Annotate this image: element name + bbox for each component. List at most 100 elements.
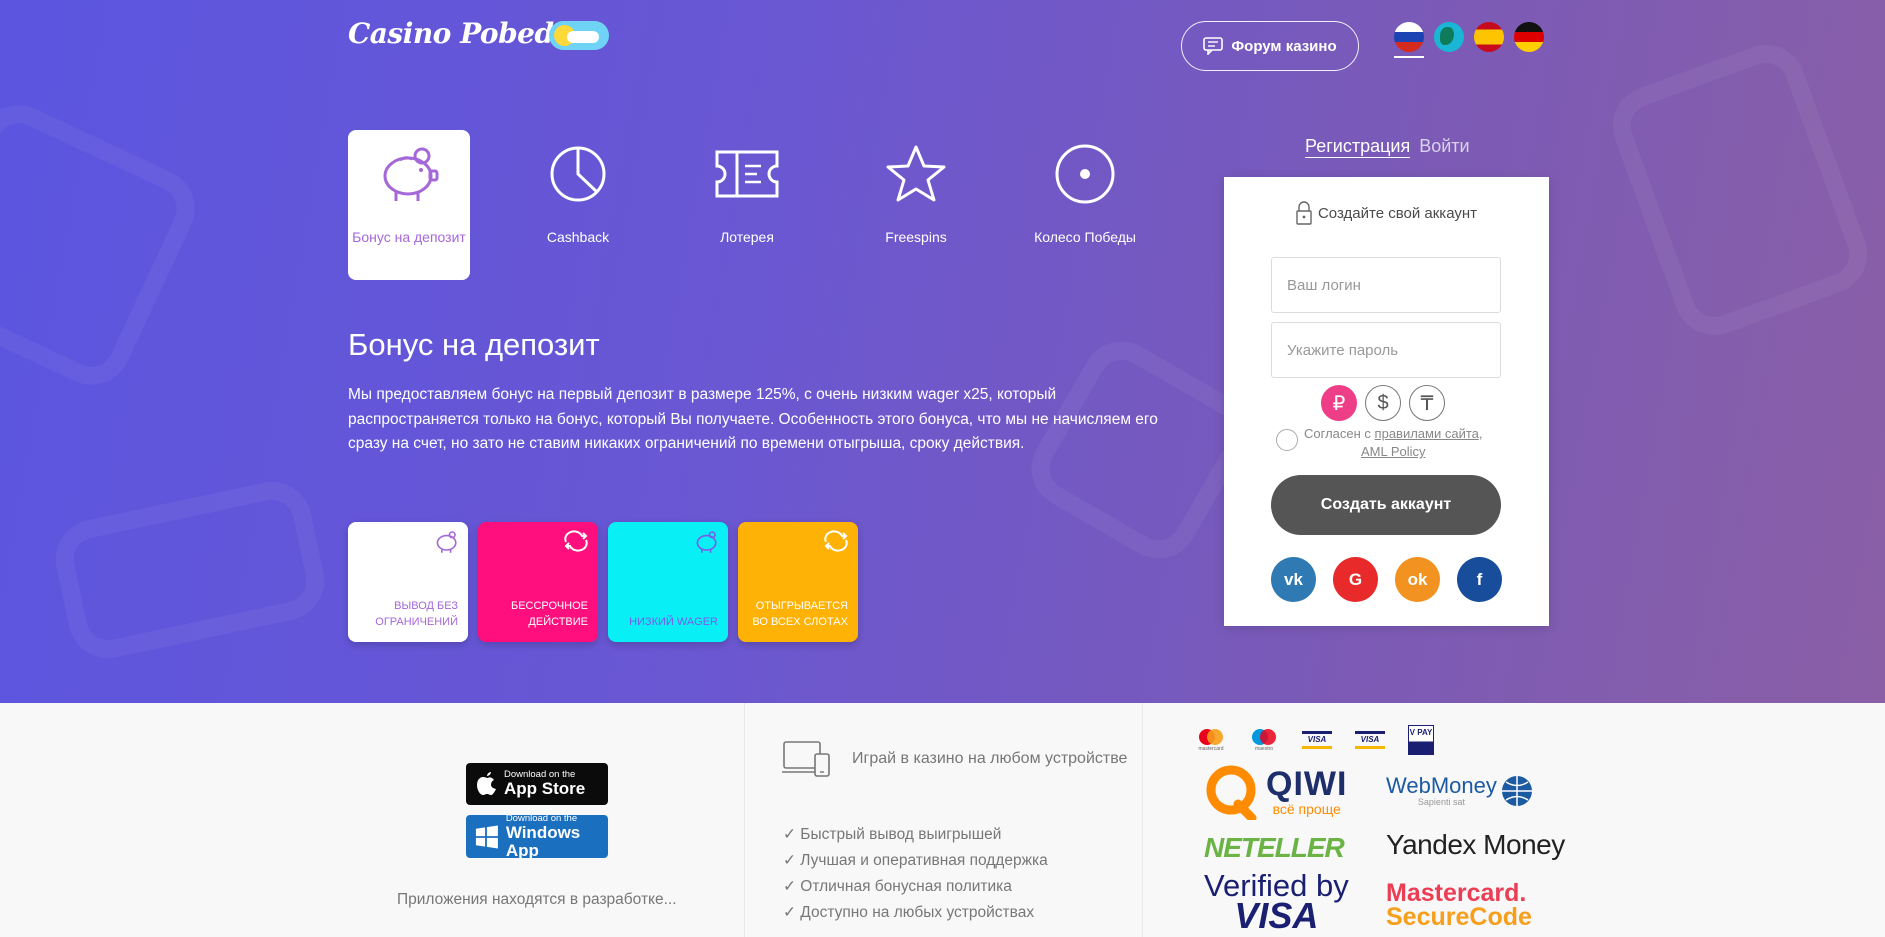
dollar-icon[interactable]: $ [1365, 385, 1401, 421]
background-decoration [48, 474, 332, 666]
globe-icon[interactable] [1434, 22, 1464, 52]
casino-logo[interactable]: Casino Pobeda [348, 17, 572, 50]
password-input[interactable] [1271, 322, 1501, 378]
tab-label: Бонус на депозит [352, 229, 466, 245]
maestro-icon: maestro [1249, 728, 1279, 752]
list-item: ✓ Отличная бонусная политика [783, 878, 1012, 895]
chat-icon [1203, 37, 1224, 55]
piggy-bank-icon [696, 531, 717, 553]
lock-icon [1296, 201, 1312, 225]
apple-icon [477, 772, 496, 795]
flag-es-icon[interactable] [1474, 22, 1504, 52]
ruble-icon[interactable]: ₽ [1321, 385, 1357, 421]
tab-label: Cashback [546, 229, 610, 245]
piggy-bank-icon [383, 147, 439, 201]
tab-cashback[interactable]: Cashback [517, 130, 639, 280]
wheel-icon [1055, 144, 1115, 204]
tab-wheel[interactable]: Колесо Победы [1024, 130, 1146, 280]
background-decoration [0, 92, 208, 398]
ticket-icon [715, 150, 779, 198]
tab-label: Колесо Победы [1034, 229, 1136, 245]
list-item: ✓ Доступно на любых устройствах [783, 904, 1035, 921]
feature-cards: Вывод без ограничений Бессрочное действие … [348, 522, 858, 642]
theme-toggle[interactable] [549, 21, 609, 50]
qiwi-logo: QIWI всё проще [1204, 764, 1347, 820]
panel-title: Создайте свой аккаунт [1317, 204, 1478, 222]
hero-section: Casino Pobeda Форум казино Бонус на депо… [0, 0, 1885, 703]
visa-icon: VISA [1302, 731, 1332, 749]
feature-card-label: Низкий wager [629, 616, 718, 628]
auth-tabs: Регистрация Войти [1305, 136, 1470, 158]
webmoney-logo: WebMoney Sapienti sat [1386, 775, 1533, 807]
social-login: vk G ok f [1271, 557, 1502, 602]
currency-selector: ₽ $ ₸ [1321, 385, 1445, 421]
aml-policy-link[interactable]: AML Policy [1361, 444, 1426, 459]
tab-login[interactable]: Войти [1419, 136, 1469, 158]
vpay-icon: V PAY [1408, 725, 1434, 755]
yandex-money-logo: Yandex Money [1386, 829, 1565, 860]
mastercard-icon: mastercard [1196, 728, 1226, 752]
features-list: ✓ Быстрый вывод выигрышей ✓ Лучшая и опе… [783, 822, 1048, 926]
feature-card: Бессрочное действие [478, 522, 598, 642]
windows-app-big: Windows App [505, 822, 581, 860]
tab-register[interactable]: Регистрация [1305, 136, 1411, 158]
refresh-icon [564, 530, 588, 552]
login-input[interactable] [1271, 257, 1501, 313]
terms-text: Согласен с правилами сайта, AML Policy [1304, 426, 1483, 459]
verified-by-visa-logo: Verified by VISA [1204, 868, 1349, 936]
globe-icon [1501, 776, 1532, 806]
feature-card: Низкий wager [608, 522, 728, 642]
tab-deposit-bonus[interactable]: Бонус на депозит [348, 130, 470, 280]
create-account-button[interactable]: Создать аккаунт [1271, 475, 1501, 535]
windows-app-small: Download on the [505, 812, 578, 824]
active-language-indicator [1394, 56, 1424, 58]
piggy-bank-icon [436, 531, 457, 553]
footer: Download on the App Store Download on the… [0, 703, 1885, 937]
divider [1142, 703, 1143, 937]
tab-label: Лотерея [720, 229, 774, 245]
forum-button[interactable]: Форум казино [1181, 21, 1359, 71]
flag-ru-icon[interactable] [1394, 22, 1424, 52]
windows-app-button[interactable]: Download on the Windows App [466, 812, 608, 860]
device-info: Играй в казино на любом устройстве [782, 739, 1127, 779]
list-item: ✓ Лучшая и оперативная поддержка [783, 852, 1048, 869]
divider [744, 703, 745, 937]
tab-freespins[interactable]: Freespins [855, 130, 977, 280]
panel-header: Создайте свой аккаунт [1224, 201, 1549, 225]
payment-small-logos: mastercard maestro VISA VISA V PAY [1196, 725, 1434, 755]
qiwi-icon [1206, 765, 1257, 820]
refresh-icon [824, 530, 848, 552]
neteller-logo: NETELLER [1204, 832, 1345, 863]
vk-icon[interactable]: vk [1271, 557, 1316, 602]
mastercard-securecode-logo: Mastercard. SecureCode [1386, 879, 1532, 931]
rules-link[interactable]: правилами сайта [1375, 426, 1479, 441]
app-store-big: App Store [504, 779, 586, 798]
registration-panel: Создайте свой аккаунт ₽ $ ₸ Согласен с п… [1224, 177, 1549, 626]
feature-card-label: Вывод без ограничений [375, 600, 458, 628]
windows-icon [475, 825, 498, 848]
feature-card: Отыгрывается во всех слотах [738, 522, 858, 642]
flag-de-icon[interactable] [1514, 22, 1544, 52]
app-store-button[interactable]: Download on the App Store [466, 763, 608, 805]
tab-lottery[interactable]: Лотерея [686, 130, 808, 280]
feature-card: Вывод без ограничений [348, 522, 468, 642]
bonus-tabs: Бонус на депозит Cashback Лотерея Freesp… [348, 130, 1193, 280]
facebook-icon[interactable]: f [1457, 557, 1502, 602]
background-decoration [1601, 33, 1879, 347]
language-switcher [1394, 22, 1544, 52]
cloud-icon [567, 31, 599, 43]
apps-note: Приложения находятся в разработке... [397, 891, 677, 908]
tab-label: Freespins [885, 229, 947, 245]
star-icon [886, 145, 946, 202]
section-description: Мы предоставляем бонус на первый депозит… [348, 386, 1158, 452]
terms-agreement: Согласен с правилами сайта, AML Policy [1276, 425, 1506, 461]
forum-button-label: Форум казино [1231, 37, 1337, 55]
odnoklassniki-icon[interactable]: ok [1395, 557, 1440, 602]
terms-checkbox[interactable] [1276, 429, 1298, 451]
device-text: Играй в казино на любом устройстве [852, 750, 1128, 767]
pie-chart-icon [550, 146, 606, 202]
tenge-icon[interactable]: ₸ [1409, 385, 1445, 421]
visa-icon: VISA [1355, 731, 1385, 749]
google-icon[interactable]: G [1333, 557, 1378, 602]
section-title: Бонус на депозит [348, 327, 600, 362]
